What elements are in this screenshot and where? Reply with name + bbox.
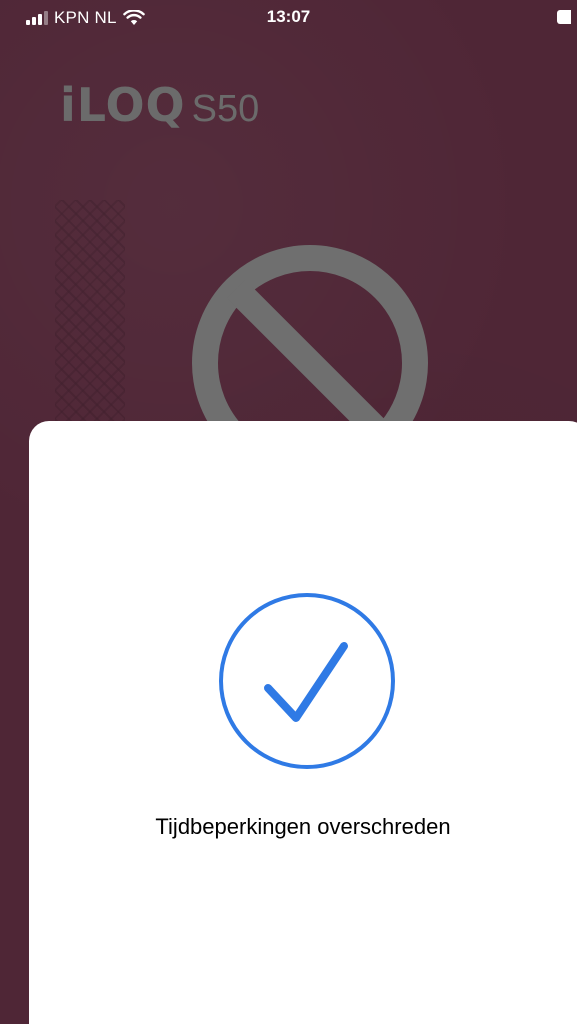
status-time: 13:07: [266, 7, 311, 26]
app-logo: iLOQ S50: [60, 78, 259, 132]
battery-icon: [557, 10, 571, 24]
checkmark-circle-icon: [219, 593, 395, 769]
logo-brand: iLOQ: [60, 78, 186, 132]
result-sheet: Tijdbeperkingen overschreden: [29, 421, 577, 1024]
app-screen: KPN NL 13:07 iLOQ S50 Tijdbeperkingen ov…: [0, 0, 577, 1024]
status-message: Tijdbeperkingen overschreden: [155, 814, 451, 839]
status-bar: KPN NL 13:07: [0, 0, 577, 36]
logo-model: S50: [191, 88, 260, 130]
